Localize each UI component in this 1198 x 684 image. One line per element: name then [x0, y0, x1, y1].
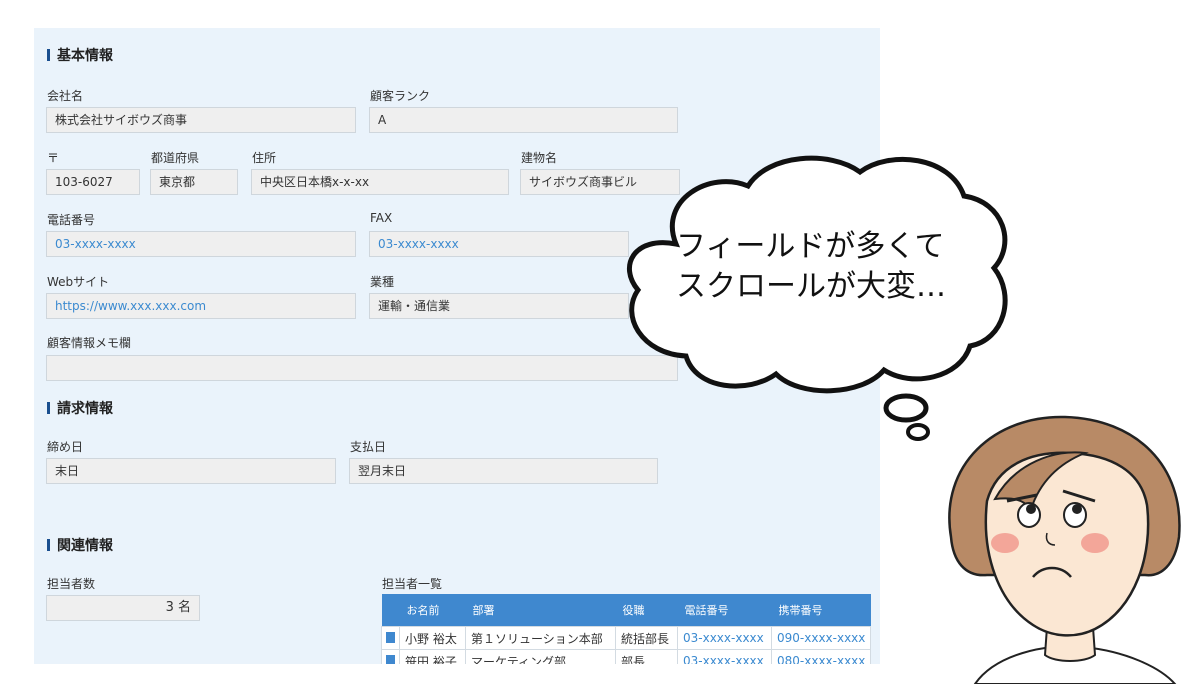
worried-woman-illustration [948, 415, 1181, 684]
phone-field[interactable]: 03-xxxx-xxxx [46, 231, 356, 257]
website-label: Webサイト [47, 275, 110, 289]
phone-cell[interactable]: 03-xxxx-xxxx [677, 626, 772, 650]
contact-list-label: 担当者一覧 [382, 577, 443, 591]
section-bar [47, 402, 50, 414]
memo-field[interactable] [46, 355, 678, 381]
section-billing-info: 請求情報 [47, 398, 113, 418]
record-cell[interactable] [381, 649, 400, 664]
document-icon[interactable] [386, 655, 395, 664]
column-mobile[interactable]: 携帯番号 [771, 594, 871, 627]
section-title: 基本情報 [57, 48, 113, 64]
column-department[interactable]: 部署 [465, 594, 616, 627]
prefecture-field[interactable]: 東京都 [150, 169, 238, 195]
section-title: 請求情報 [57, 401, 113, 417]
icon-column-header [381, 594, 400, 627]
cheek-right [1081, 533, 1109, 553]
pupil-right [1072, 504, 1082, 514]
name-cell: 小野 裕太 [399, 626, 466, 650]
department-cell: マーケティング部 [465, 649, 616, 664]
website-field[interactable]: https://www.xxx.xxx.com [46, 293, 356, 319]
section-related-info: 関連情報 [47, 535, 113, 555]
column-name[interactable]: お名前 [399, 594, 466, 627]
column-phone[interactable]: 電話番号 [677, 594, 772, 627]
bubble-dot-small [906, 423, 930, 441]
rank-label: 顧客ランク [370, 89, 431, 103]
name-cell: 笹田 裕子 [399, 649, 466, 664]
section-title: 関連情報 [57, 538, 113, 554]
phone-cell[interactable]: 03-xxxx-xxxx [677, 649, 772, 664]
mobile-cell[interactable]: 090-xxxx-xxxx [770, 626, 872, 650]
contact-count-label: 担当者数 [47, 577, 96, 591]
contact-table-header: お名前 部署 役職 電話番号 携帯番号 [381, 594, 871, 627]
section-basic-info: 基本情報 [47, 45, 113, 65]
title-cell: 統括部長 [615, 626, 678, 650]
pupil-left [1026, 504, 1036, 514]
fax-label: FAX [370, 211, 393, 225]
section-bar [47, 49, 50, 61]
bubble-line-1: フィールドが多くて [676, 229, 945, 264]
department-cell: 第１ソリューション本部 [465, 626, 616, 650]
company-field[interactable]: 株式会社サイボウズ商事 [46, 107, 356, 133]
fax-field[interactable]: 03-xxxx-xxxx [369, 231, 629, 257]
address-field[interactable]: 中央区日本橋x-x-xx [251, 169, 509, 195]
contact-table: お名前 部署 役職 電話番号 携帯番号 小野 裕太 第１ソリューション本部 統括… [381, 594, 872, 664]
address-label: 住所 [252, 151, 277, 165]
industry-field[interactable]: 運輸・通信業 [369, 293, 629, 319]
closing-date-field[interactable]: 末日 [46, 458, 336, 484]
mobile-cell[interactable]: 080-xxxx-xxxx [770, 649, 872, 664]
payment-date-label: 支払日 [350, 440, 387, 454]
table-row[interactable]: 小野 裕太 第１ソリューション本部 統括部長 03-xxxx-xxxx 090-… [381, 626, 872, 650]
bubble-dot-large [883, 393, 929, 423]
table-row[interactable]: 笹田 裕子 マーケティング部 部長 03-xxxx-xxxx 080-xxxx-… [381, 649, 872, 664]
section-bar [47, 539, 50, 551]
document-icon[interactable] [386, 632, 395, 643]
industry-label: 業種 [370, 275, 395, 289]
building-label: 建物名 [521, 151, 558, 165]
rank-field[interactable]: A [369, 107, 678, 133]
closing-date-label: 締め日 [47, 440, 84, 454]
payment-date-field[interactable]: 翌月末日 [349, 458, 658, 484]
cheek-left [991, 533, 1019, 553]
company-label: 会社名 [47, 89, 84, 103]
phone-label: 電話番号 [47, 213, 96, 227]
zip-label: 〒 [47, 151, 60, 165]
record-cell[interactable] [381, 626, 400, 650]
bubble-line-2: スクロールが大変… [676, 269, 946, 304]
column-title[interactable]: 役職 [615, 594, 678, 627]
zip-field[interactable]: 103-6027 [46, 169, 140, 195]
bubble-text: フィールドが多くて スクロールが大変… [676, 227, 946, 307]
contact-count-field[interactable]: 3 名 [46, 595, 200, 621]
prefecture-label: 都道府県 [151, 151, 200, 165]
title-cell: 部長 [615, 649, 678, 664]
memo-label: 顧客情報メモ欄 [47, 336, 132, 350]
